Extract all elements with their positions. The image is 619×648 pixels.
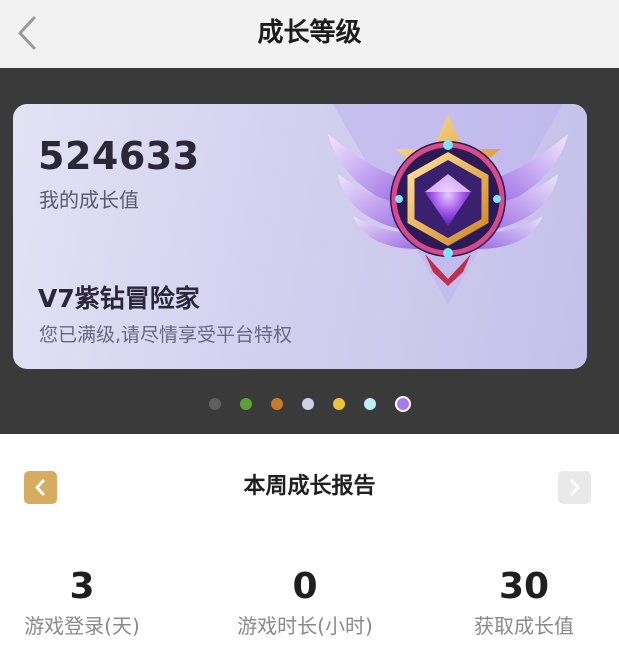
weekly-stats: 3 游戏登录(天) 0 游戏时长(小时) 30 获取成长值 — [0, 565, 619, 645]
carousel-indicator — [0, 396, 619, 412]
stat-label: 游戏登录(天) — [24, 614, 140, 638]
top-bar: 成长等级 — [0, 0, 619, 68]
stat-growth-gained: 30 获取成长值 — [424, 565, 619, 641]
carousel-dot[interactable] — [270, 398, 283, 410]
page-title: 成长等级 — [257, 18, 362, 48]
level-name: V7紫钻冒险家 — [38, 284, 200, 313]
carousel-dot[interactable] — [332, 398, 345, 410]
level-card[interactable]: 524633 我的成长值 V7紫钻冒险家 您已满级,请尽情享受平台特权 — [13, 104, 587, 369]
carousel-dot[interactable] — [394, 396, 411, 412]
next-week-button[interactable] — [558, 471, 591, 504]
stat-play-hours: 0 游戏时长(小时) — [205, 565, 405, 641]
stat-label: 游戏时长(小时) — [237, 614, 373, 638]
carousel-dot[interactable] — [301, 398, 314, 410]
chevron-right-icon — [570, 479, 580, 496]
stat-value: 30 — [498, 566, 550, 607]
growth-label: 我的成长值 — [39, 188, 139, 212]
stat-login-days: 3 游戏登录(天) — [0, 565, 182, 641]
growth-value: 524633 — [38, 134, 200, 178]
stat-value: 0 — [292, 566, 318, 607]
stat-value: 3 — [69, 566, 95, 607]
carousel-dot[interactable] — [363, 398, 376, 410]
level-description: 您已满级,请尽情享受平台特权 — [39, 324, 293, 346]
carousel-dot[interactable] — [239, 398, 252, 410]
stat-label: 获取成长值 — [474, 614, 574, 638]
carousel-dot[interactable] — [208, 398, 221, 410]
purple-diamond-badge-icon — [328, 104, 568, 304]
weekly-report-title: 本周成长报告 — [243, 474, 376, 499]
weekly-report-header: 本周成长报告 — [0, 460, 619, 516]
